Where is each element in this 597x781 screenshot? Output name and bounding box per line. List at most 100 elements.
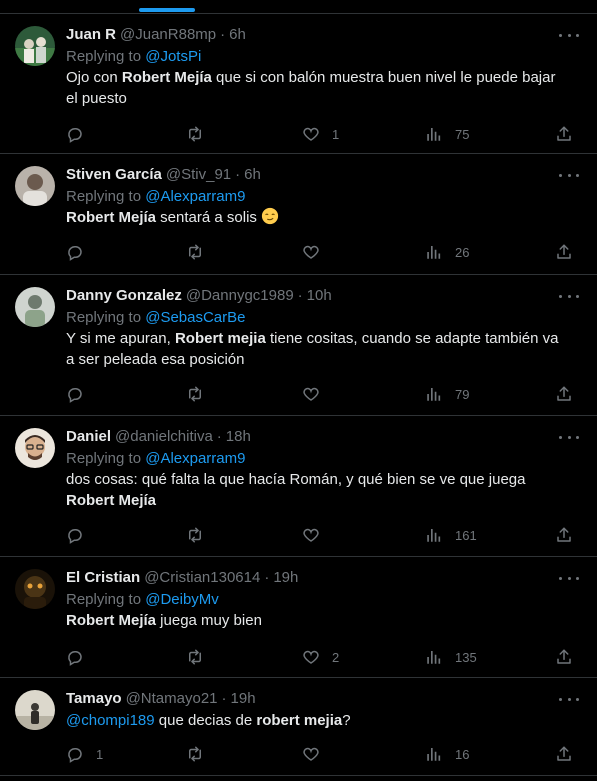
action-bar: 26 — [66, 232, 581, 272]
replying-mention[interactable]: @SebasCarBe — [145, 309, 245, 326]
avatar[interactable] — [15, 690, 55, 730]
reply-button[interactable] — [66, 647, 96, 667]
upload-arrow-icon — [557, 386, 571, 401]
avatar[interactable] — [15, 166, 55, 206]
timestamp[interactable]: 18h — [226, 426, 251, 448]
retweet-button[interactable] — [186, 647, 216, 667]
display-name[interactable]: Stiven García — [66, 164, 162, 186]
reply-button[interactable] — [66, 525, 96, 545]
text-bold: Robert Mejía — [66, 209, 157, 226]
text-part: juega muy bien — [156, 612, 262, 629]
replying-to: Replying to @Alexparram9 — [66, 448, 581, 469]
user-handle[interactable]: @Dannygc1989 — [186, 285, 294, 307]
tweet[interactable]: Tamayo @Ntamayo21 · 19h @chompi189 que d… — [0, 678, 597, 776]
replying-to: Replying to @JotsPi — [66, 46, 581, 67]
replying-mention[interactable]: @Alexparram9 — [145, 450, 245, 467]
action-bar: 1 16 — [66, 734, 581, 774]
retweet-button[interactable] — [186, 124, 216, 144]
display-name[interactable]: Danny Gonzalez — [66, 285, 182, 307]
tweet-header: Danny Gonzalez @Dannygc1989 · 10h — [66, 285, 581, 307]
display-name[interactable]: Juan R — [66, 24, 116, 46]
smirking-face-emoji — [261, 207, 279, 225]
like-button[interactable]: 2 — [302, 647, 339, 667]
action-bar: 1 75 — [66, 114, 581, 154]
timestamp[interactable]: 6h — [244, 164, 261, 186]
tweet[interactable]: Stiven García @Stiv_91 · 6h Replying to … — [0, 154, 597, 275]
replying-to: Replying to @DeibyMv — [66, 589, 581, 610]
speech-bubble-icon — [68, 748, 82, 763]
more-options-icon[interactable] — [559, 569, 579, 587]
views-button[interactable]: 75 — [425, 124, 469, 144]
replying-label: Replying to — [66, 591, 146, 608]
share-button[interactable] — [555, 384, 573, 404]
share-button[interactable] — [555, 124, 573, 144]
views-button[interactable]: 135 — [425, 647, 477, 667]
like-button[interactable] — [302, 744, 332, 764]
reply-button[interactable]: 1 — [66, 744, 103, 764]
more-options-icon[interactable] — [559, 690, 579, 708]
user-handle[interactable]: @JuanR88mp — [120, 24, 216, 46]
retweet-button[interactable] — [186, 384, 216, 404]
like-button[interactable] — [302, 525, 332, 545]
avatar[interactable] — [15, 26, 55, 66]
share-button[interactable] — [555, 242, 573, 262]
separator-dot: · — [264, 569, 270, 586]
replying-mention[interactable]: @DeibyMv — [145, 591, 219, 608]
tweet[interactable]: Daniel @danielchitiva · 18h Replying to … — [0, 416, 597, 557]
views-button[interactable]: 26 — [425, 242, 469, 262]
tweet[interactable]: Danny Gonzalez @Dannygc1989 · 10h Replyi… — [0, 275, 597, 416]
bar-chart-icon — [427, 246, 441, 259]
action-bar: 79 — [66, 374, 581, 414]
share-button[interactable] — [555, 525, 573, 545]
more-options-icon[interactable] — [559, 287, 579, 305]
share-button[interactable] — [555, 744, 573, 764]
display-name[interactable]: Tamayo — [66, 688, 122, 710]
like-button[interactable]: 1 — [302, 124, 339, 144]
heart-icon — [303, 747, 319, 761]
replying-label: Replying to — [66, 450, 146, 467]
more-options-icon[interactable] — [559, 26, 579, 44]
retweet-button[interactable] — [186, 242, 216, 262]
avatar[interactable] — [15, 569, 55, 609]
retweet-button[interactable] — [186, 744, 216, 764]
share-button[interactable] — [555, 647, 573, 667]
views-button[interactable]: 161 — [425, 525, 477, 545]
like-button[interactable] — [302, 384, 332, 404]
tweet[interactable]: Juan R @JuanR88mp · 6h Replying to @Jots… — [0, 14, 597, 154]
timestamp[interactable]: 6h — [229, 24, 246, 46]
user-handle[interactable]: @Stiv_91 — [166, 164, 231, 186]
mention-link[interactable]: @chompi189 — [66, 712, 155, 729]
views-count: 75 — [455, 126, 470, 142]
reply-button[interactable] — [66, 124, 96, 144]
more-options-icon[interactable] — [559, 428, 579, 446]
replying-label: Replying to — [66, 188, 146, 205]
avatar[interactable] — [15, 428, 55, 468]
more-options-icon[interactable] — [559, 166, 579, 184]
tweet-header: Daniel @danielchitiva · 18h — [66, 426, 581, 448]
speech-bubble-icon — [68, 529, 82, 544]
replying-mention[interactable]: @JotsPi — [145, 48, 201, 65]
reply-button[interactable] — [66, 242, 96, 262]
tweet-header: El Cristian @Cristian130614 · 19h — [66, 567, 581, 589]
tweet[interactable]: El Cristian @Cristian130614 · 19h Replyi… — [0, 557, 597, 678]
user-handle[interactable]: @danielchitiva — [115, 426, 213, 448]
timestamp[interactable]: 10h — [307, 285, 332, 307]
separator-dot: · — [216, 428, 222, 445]
user-handle[interactable]: @Ntamayo21 — [126, 688, 218, 710]
display-name[interactable]: Daniel — [66, 426, 111, 448]
display-name[interactable]: El Cristian — [66, 567, 140, 589]
text-part: Y si me apuran, — [66, 330, 175, 347]
user-handle[interactable]: @Cristian130614 — [144, 567, 260, 589]
views-button[interactable]: 79 — [425, 384, 469, 404]
timestamp[interactable]: 19h — [273, 567, 298, 589]
heart-icon — [303, 245, 319, 259]
replying-to: Replying to @Alexparram9 — [66, 186, 581, 207]
avatar[interactable] — [15, 287, 55, 327]
replying-mention[interactable]: @Alexparram9 — [145, 188, 245, 205]
action-bar: 161 — [66, 515, 581, 555]
reply-button[interactable] — [66, 384, 96, 404]
retweet-button[interactable] — [186, 525, 216, 545]
views-button[interactable]: 16 — [425, 744, 469, 764]
like-button[interactable] — [302, 242, 332, 262]
timestamp[interactable]: 19h — [231, 688, 256, 710]
